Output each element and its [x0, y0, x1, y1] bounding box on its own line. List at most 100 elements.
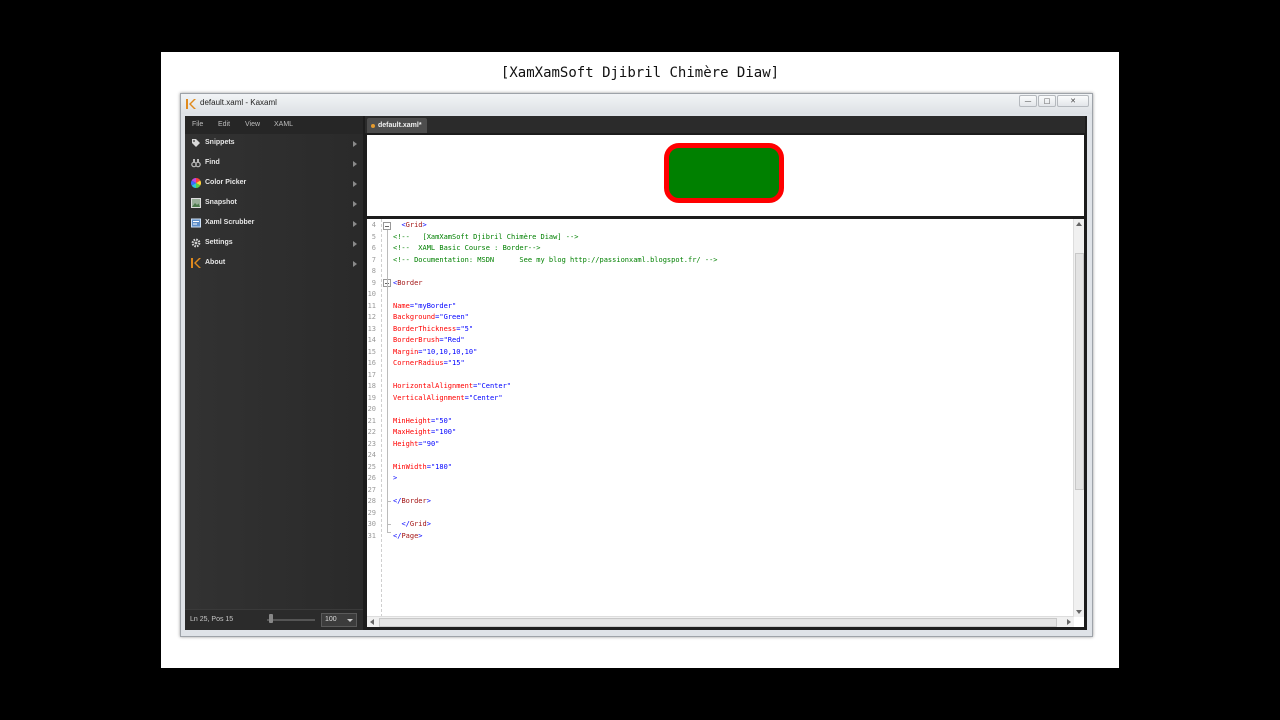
sidebar-item-label: Snippets: [205, 139, 235, 146]
rendered-border: [664, 143, 784, 203]
sidebar-item-label: Xaml Scrubber: [205, 219, 255, 226]
code-token-attr: Margin: [393, 347, 419, 356]
window-title: default.xaml - Kaxaml: [200, 98, 277, 107]
line-number: 28: [367, 497, 376, 505]
sidebar-item-snippets[interactable]: Snippets: [185, 134, 363, 154]
code-token-val: "5": [460, 324, 474, 333]
zoom-value: 100: [325, 616, 337, 623]
zoom-slider[interactable]: [267, 619, 315, 621]
color-wheel-icon: [191, 178, 201, 188]
menu-edit[interactable]: Edit: [218, 121, 230, 128]
code-token-val: "15": [447, 359, 465, 367]
scroll-up-icon[interactable]: [1076, 222, 1082, 226]
maximize-button[interactable]: □: [1038, 95, 1056, 107]
status-bar: Ln 25, Pos 15 100: [185, 609, 363, 630]
line-number: 17: [367, 370, 376, 379]
code-line[interactable]: Height="90": [393, 439, 439, 451]
code-token-attr: BorderBrush: [393, 336, 440, 344]
zoom-select[interactable]: 100: [321, 613, 357, 627]
vertical-scrollbar[interactable]: [1073, 219, 1084, 617]
code-line[interactable]: Margin="10,10,10,10": [393, 347, 477, 359]
menu-xaml[interactable]: XAML: [274, 121, 293, 128]
line-number: 26: [367, 474, 376, 482]
line-number: 31: [367, 531, 376, 540]
code-line[interactable]: <!-- XAML Basic Course : Border-->: [393, 243, 541, 255]
line-number: 30: [367, 520, 376, 528]
line-number: 13: [367, 324, 376, 333]
code-line[interactable]: >: [393, 473, 397, 485]
sidebar-item-find[interactable]: Find: [185, 154, 363, 174]
line-number: 16: [367, 359, 376, 367]
code-line[interactable]: BorderThickness="5": [393, 324, 473, 336]
scroll-down-icon[interactable]: [1076, 610, 1082, 614]
code-token-comment: <!-- Documentation: MSDN See my blog htt…: [393, 255, 718, 264]
fold-toggle-grid[interactable]: [383, 222, 391, 230]
slide: [XamXamSoft Djibril Chimère Diaw] defaul…: [161, 52, 1119, 668]
code-line[interactable]: <!-- [XamXamSoft Djibril Chimère Diaw] -…: [393, 232, 578, 244]
code-line[interactable]: Name="myBorder": [393, 301, 456, 313]
code-line[interactable]: HorizontalAlignment="Center": [393, 381, 511, 393]
code-line[interactable]: <Border: [393, 278, 423, 290]
code-line[interactable]: <Grid>: [393, 220, 426, 232]
sidebar-item-label: Color Picker: [205, 179, 247, 186]
zoom-slider-thumb[interactable]: [269, 614, 273, 623]
title-bar[interactable]: default.xaml - Kaxaml — □ ✕: [181, 94, 1092, 114]
code-line[interactable]: Background="Green": [393, 312, 469, 324]
vertical-scroll-thumb[interactable]: [1075, 253, 1084, 490]
chevron-right-icon: [353, 181, 357, 187]
code-line[interactable]: VerticalAlignment="Center": [393, 393, 503, 405]
code-token-val: "Center": [477, 382, 512, 390]
code-token-val: "100": [435, 428, 457, 436]
code-line[interactable]: MinWidth="180": [393, 462, 452, 474]
fold-end-border: [386, 501, 391, 502]
minimize-button[interactable]: —: [1019, 95, 1037, 107]
horizontal-scrollbar[interactable]: [367, 616, 1074, 627]
line-number: 11: [367, 301, 376, 310]
code-token-ang: >: [426, 520, 431, 528]
fold-end-grid: [386, 524, 391, 525]
scroll-left-icon[interactable]: [370, 619, 374, 625]
code-line[interactable]: BorderBrush="Red": [393, 335, 465, 347]
close-button[interactable]: ✕: [1057, 95, 1089, 107]
chevron-right-icon: [353, 261, 357, 267]
code-token-attr: Background: [393, 313, 436, 321]
code-token-tag: Grid: [409, 520, 427, 528]
code-token-attr: Name: [393, 301, 410, 310]
menu-view[interactable]: View: [245, 121, 260, 128]
sidebar-item-xaml-scrubber[interactable]: Xaml Scrubber: [185, 214, 363, 234]
scroll-right-icon[interactable]: [1067, 619, 1071, 625]
slide-title: [XamXamSoft Djibril Chimère Diaw]: [500, 65, 780, 81]
code-token-ang: >: [426, 497, 431, 505]
menu-bar: File Edit View XAML: [185, 116, 363, 134]
line-number: 22: [367, 428, 376, 436]
code-line[interactable]: <!-- Documentation: MSDN See my blog htt…: [393, 255, 718, 267]
sidebar-item-color-picker[interactable]: Color Picker: [185, 174, 363, 194]
menu-file[interactable]: File: [192, 121, 203, 128]
chevron-right-icon: [353, 141, 357, 147]
code-line[interactable]: </Page>: [393, 531, 423, 543]
line-number: 24: [367, 451, 376, 459]
sidebar-item-snapshot[interactable]: Snapshot: [185, 194, 363, 214]
code-token-attr: MaxHeight: [393, 428, 431, 436]
code-token-attr: Height: [393, 439, 419, 448]
sidebar-item-settings[interactable]: Settings: [185, 234, 363, 254]
line-number: 29: [367, 508, 376, 517]
code-token-comment: <!-- XAML Basic Course : Border-->: [393, 244, 541, 252]
sidebar-item-about[interactable]: About: [185, 254, 363, 274]
line-number: 6: [371, 244, 376, 252]
code-line[interactable]: MinHeight="50": [393, 416, 452, 428]
code-token-tag: Grid: [405, 221, 423, 229]
code-line[interactable]: </Grid>: [393, 519, 431, 531]
code-line[interactable]: MaxHeight="100": [393, 427, 456, 439]
binoculars-icon: [191, 159, 201, 168]
left-panel: File Edit View XAML Snippets Find Color …: [185, 116, 363, 630]
fold-end-page: [386, 532, 391, 533]
code-line[interactable]: </Border>: [393, 496, 431, 508]
horizontal-scroll-thumb[interactable]: [379, 618, 1057, 627]
code-token-attr: BorderThickness: [393, 324, 457, 333]
code-editor[interactable]: 4 <Grid> 5 <!-- [XamXamSoft Djibril Chimèr…: [367, 219, 1084, 627]
code-line[interactable]: CornerRadius="15": [393, 358, 465, 370]
line-number: 20: [367, 405, 376, 413]
tab-default-xaml[interactable]: default.xaml*: [367, 118, 427, 133]
modified-dot-icon: [371, 124, 375, 128]
